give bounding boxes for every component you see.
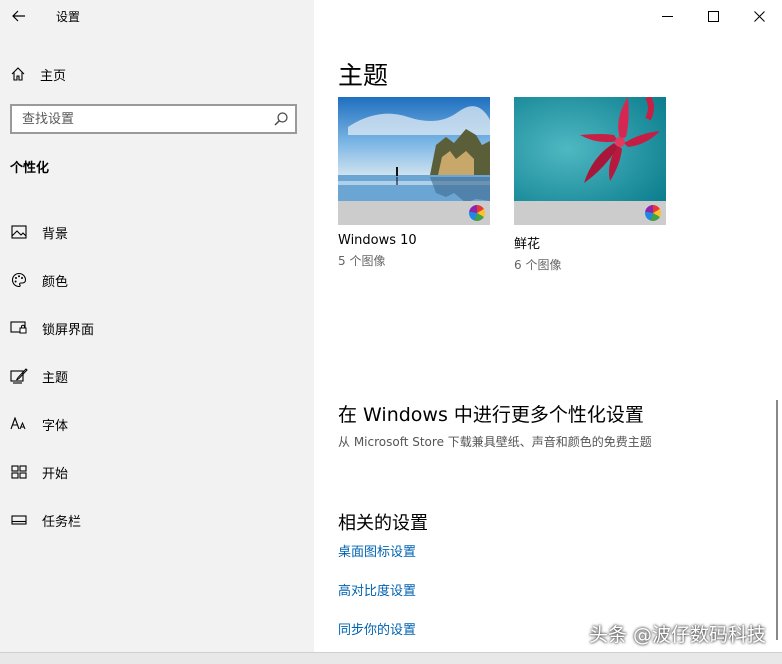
theme-thumbnail[interactable] <box>514 97 666 225</box>
sidebar-item-label: 背景 <box>42 226 69 242</box>
picture-icon <box>10 223 28 241</box>
desktop-icon-settings-link[interactable]: 桌面图标设置 <box>338 541 416 560</box>
theme-image-count: 5 个图像 <box>338 254 386 268</box>
sidebar-item-start[interactable]: 开始 <box>0 448 314 496</box>
scrollbar[interactable] <box>776 400 778 640</box>
sidebar-item-label: 字体 <box>42 418 69 434</box>
theme-brush-icon <box>10 367 28 385</box>
back-arrow-icon <box>12 10 25 22</box>
back-button[interactable] <box>8 4 30 28</box>
sidebar-item-home[interactable]: 主页 <box>10 62 66 86</box>
home-icon <box>11 67 25 81</box>
color-wheel-icon <box>469 205 485 221</box>
close-button[interactable] <box>736 0 782 32</box>
beach-wallpaper-image <box>338 97 490 203</box>
theme-color-bar <box>338 201 490 225</box>
sync-settings-link[interactable]: 同步你的设置 <box>338 619 416 638</box>
content-pane: 主题 Windows 10 5 个图像 鲜花 6 个图像 在 Windows 中… <box>314 0 782 664</box>
taskbar-icon <box>10 511 28 529</box>
sidebar-item-label: 颜色 <box>42 274 69 290</box>
search-icon[interactable] <box>273 111 289 127</box>
flower-wallpaper-image <box>514 97 666 201</box>
theme-name: Windows 10 <box>338 233 417 248</box>
theme-name: 鲜花 <box>514 237 541 252</box>
sidebar-nav: 背景 颜色 锁屏界面 主题 字体 开始 任务栏 <box>0 208 314 544</box>
section-title: 个性化 <box>10 161 50 176</box>
color-wheel-icon <box>645 205 661 221</box>
sidebar-item-background[interactable]: 背景 <box>0 208 314 256</box>
minimize-icon <box>661 15 673 17</box>
page-title: 主题 <box>338 61 389 90</box>
high-contrast-settings-link[interactable]: 高对比度设置 <box>338 580 416 599</box>
sidebar-item-label: 开始 <box>42 466 69 482</box>
sidebar-item-label: 主题 <box>42 370 69 386</box>
more-personalization-desc: 从 Microsoft Store 下载兼具壁纸、声音和颜色的免费主题 <box>338 435 652 449</box>
theme-color-bar <box>514 201 666 225</box>
theme-card-windows10[interactable]: Windows 10 5 个图像 <box>338 97 490 269</box>
sidebar-item-label: 任务栏 <box>42 514 82 530</box>
window-controls <box>644 0 782 32</box>
maximize-button[interactable] <box>690 0 736 32</box>
more-personalization-link[interactable]: 在 Windows 中进行更多个性化设置 <box>338 400 644 427</box>
watermark: 头条 @波仔数码科技 <box>588 624 766 646</box>
theme-card-flowers[interactable]: 鲜花 6 个图像 <box>514 97 666 273</box>
sidebar-item-colors[interactable]: 颜色 <box>0 256 314 304</box>
maximize-icon <box>707 10 719 22</box>
theme-thumbnail[interactable] <box>338 97 490 225</box>
start-grid-icon <box>10 463 28 481</box>
sidebar: 设置 主页 个性化 背景 颜色 锁屏界面 主题 字体 <box>0 0 314 664</box>
palette-icon <box>10 271 28 289</box>
lock-screen-icon <box>10 319 28 337</box>
related-settings-title: 相关的设置 <box>338 513 428 534</box>
background-window-strip <box>0 652 782 664</box>
sidebar-item-themes[interactable]: 主题 <box>0 352 314 400</box>
sidebar-item-lock-screen[interactable]: 锁屏界面 <box>0 304 314 352</box>
app-title: 设置 <box>56 10 81 24</box>
sidebar-item-taskbar[interactable]: 任务栏 <box>0 496 314 544</box>
close-icon <box>753 10 765 22</box>
sidebar-item-label: 主页 <box>40 68 67 84</box>
font-icon <box>10 415 28 433</box>
search-box[interactable] <box>10 104 297 134</box>
sidebar-item-fonts[interactable]: 字体 <box>0 400 314 448</box>
minimize-button[interactable] <box>644 0 690 32</box>
sidebar-item-label: 锁屏界面 <box>42 322 95 338</box>
search-input[interactable] <box>12 106 267 132</box>
theme-image-count: 6 个图像 <box>514 258 562 272</box>
